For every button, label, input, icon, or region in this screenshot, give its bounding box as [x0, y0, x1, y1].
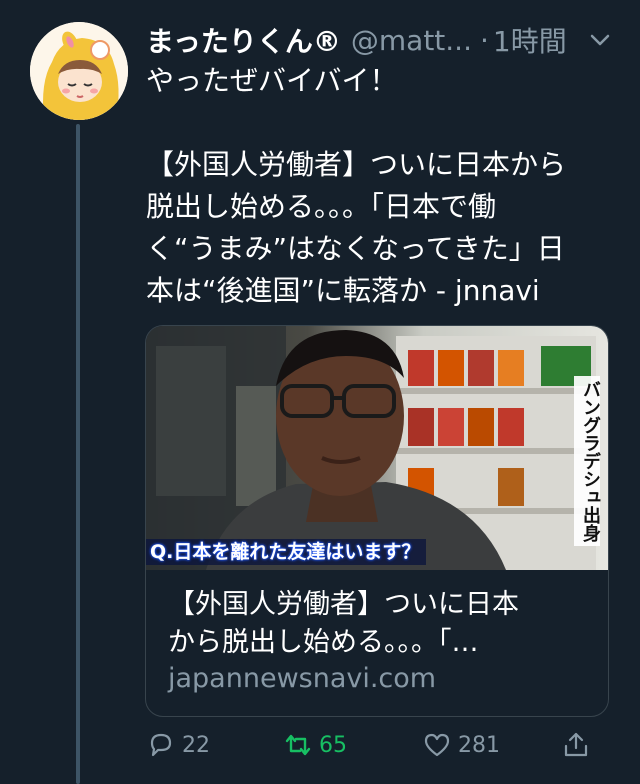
origin-label: バングラデシュ出身	[574, 376, 601, 546]
reply-button[interactable]: 22	[146, 730, 210, 760]
retweet-icon	[283, 730, 313, 760]
retweet-count: 65	[319, 732, 347, 758]
reply-count: 22	[182, 732, 210, 758]
separator-dot: ·	[479, 23, 489, 57]
user-handle[interactable]: @matt...	[351, 24, 472, 57]
tweet-text-line: 本は“後進国”に転落か - jnnavi	[146, 274, 540, 307]
link-card[interactable]: バングラデシュ出身 Q.日本を離れた友達はいます？ 【外国人労働者】ついに日本 …	[145, 325, 609, 717]
card-image[interactable]: バングラデシュ出身 Q.日本を離れた友達はいます？	[146, 326, 608, 570]
news-photo	[146, 326, 608, 570]
tweet-text-line: く“うまみ”はなくなってきた」日	[146, 232, 565, 265]
tweet-text: やったぜバイバイ！ 【外国人労働者】ついに日本から 脱出し始める。。。「日本で働…	[146, 60, 616, 312]
share-icon	[561, 730, 591, 760]
display-name[interactable]: まったりくん®	[146, 20, 341, 60]
tweet-text-line	[146, 102, 616, 144]
avatar-illustration	[30, 22, 128, 120]
tweet-actions: 22 65 281	[146, 730, 606, 770]
retweet-button[interactable]: 65	[283, 730, 347, 760]
avatar[interactable]	[30, 22, 128, 120]
card-title-line: から脱出し始める。。。「…	[168, 627, 479, 658]
heart-icon	[422, 730, 452, 760]
like-button[interactable]: 281	[422, 730, 500, 760]
card-title-line: 【外国人労働者】ついに日本	[168, 589, 519, 620]
thread-line	[76, 124, 80, 784]
tweet-text-line: やったぜバイバイ！	[146, 64, 398, 97]
reply-icon	[146, 730, 176, 760]
like-count: 281	[458, 732, 500, 758]
tweet-text-line: 【外国人労働者】ついに日本から	[146, 148, 567, 181]
tweet-time[interactable]: 1時間	[493, 20, 567, 60]
video-caption: Q.日本を離れた友達はいます？	[146, 539, 427, 565]
card-title: 【外国人労働者】ついに日本 から脱出し始める。。。「…	[168, 586, 588, 662]
tweet-header: まったりくん® @matt... · 1時間	[146, 18, 616, 62]
card-domain: japannewsnavi.com	[168, 663, 437, 694]
chevron-down-icon[interactable]	[588, 26, 612, 50]
tweet-text-line: 脱出し始める。。。「日本で働	[146, 190, 497, 223]
share-button[interactable]	[561, 730, 597, 760]
